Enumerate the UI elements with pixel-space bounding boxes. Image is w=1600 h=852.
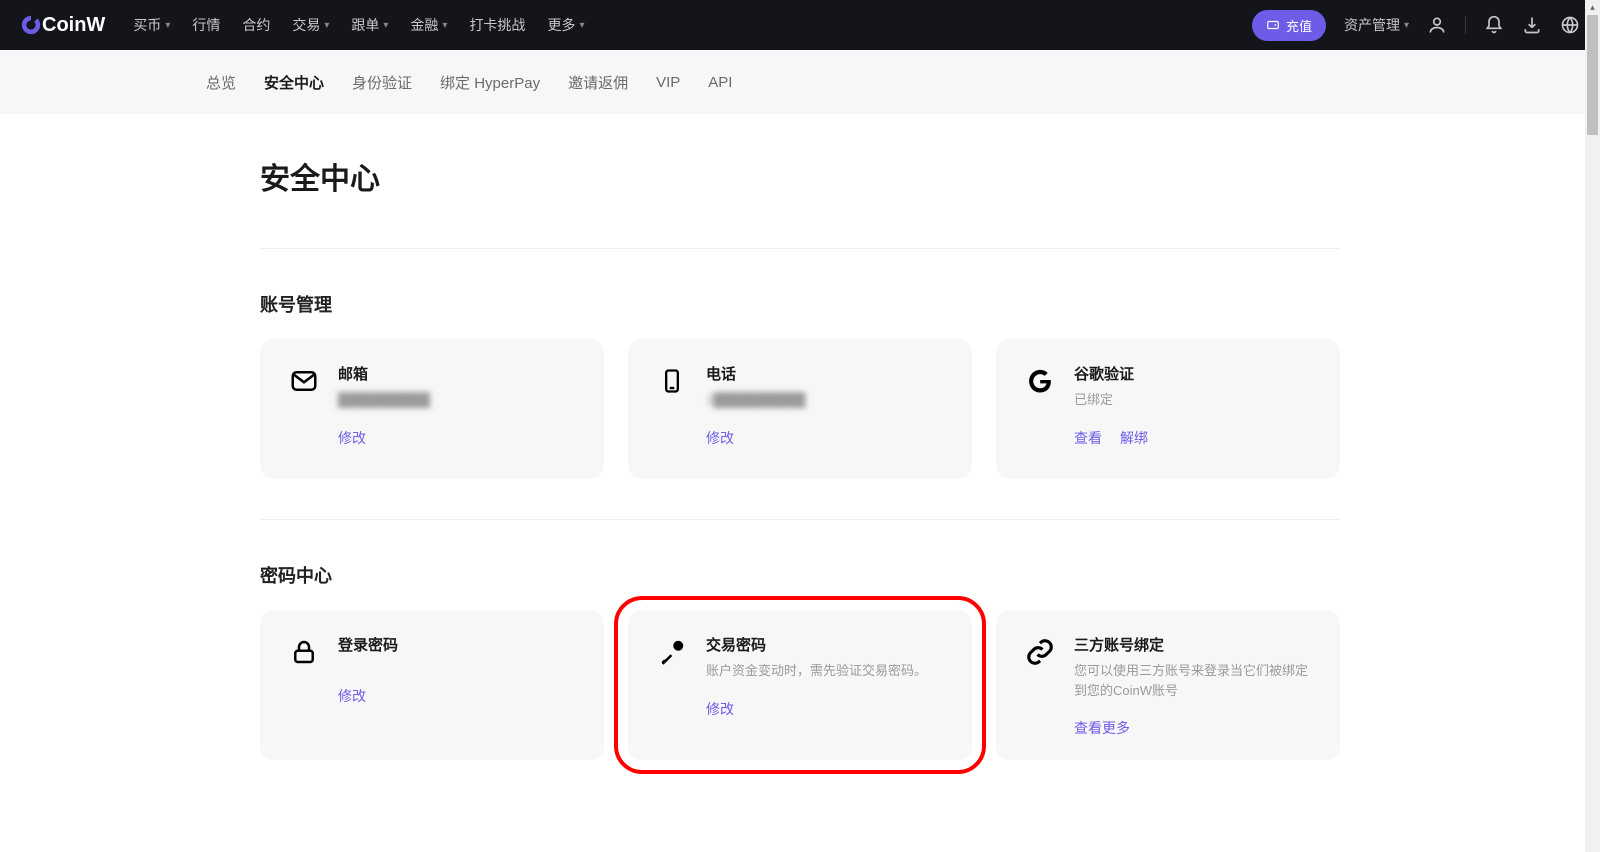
subnav-api[interactable]: API xyxy=(708,74,732,91)
thirdparty-more-link[interactable]: 查看更多 xyxy=(1074,718,1130,738)
nav-finance[interactable]: 金融▾ xyxy=(410,15,447,35)
nav-trade[interactable]: 交易▾ xyxy=(292,15,329,35)
phone-icon xyxy=(656,365,688,397)
thirdparty-title: 三方账号绑定 xyxy=(1074,634,1312,655)
trade-password-title: 交易密码 xyxy=(706,634,944,655)
chevron-down-icon: ▾ xyxy=(1404,20,1409,31)
brand-name: CoinW xyxy=(42,14,105,37)
email-value: ██████████ xyxy=(338,390,576,410)
page-title: 安全中心 xyxy=(260,114,1340,249)
email-card: 邮箱 ██████████ 修改 xyxy=(260,339,604,479)
scrollbar-up-icon[interactable]: ▴ xyxy=(1585,0,1600,15)
divider xyxy=(1465,16,1466,34)
phone-value: 1██████████ xyxy=(706,390,944,410)
nav-checkin-challenge[interactable]: 打卡挑战 xyxy=(469,15,525,35)
account-section-title: 账号管理 xyxy=(260,249,1340,339)
nav-futures[interactable]: 合约 xyxy=(242,15,270,35)
subnav-overview[interactable]: 总览 xyxy=(206,72,236,93)
google-unbind-link[interactable]: 解绑 xyxy=(1120,428,1148,448)
asset-management[interactable]: 资产管理▾ xyxy=(1344,15,1409,35)
nav-markets[interactable]: 行情 xyxy=(192,15,220,35)
login-password-title: 登录密码 xyxy=(338,634,576,655)
chevron-down-icon: ▾ xyxy=(324,20,329,31)
nav-copy-trade[interactable]: 跟单▾ xyxy=(351,15,388,35)
trade-password-card: 交易密码 账户资金变动时，需先验证交易密码。 修改 xyxy=(628,610,972,760)
logo-icon xyxy=(20,14,42,36)
thirdparty-bind-card: 三方账号绑定 您可以使用三方账号来登录当它们被绑定到您的CoinW账号 查看更多 xyxy=(996,610,1340,760)
topbar: CoinW 买币▾ 行情 合约 交易▾ 跟单▾ 金融▾ 打卡挑战 更多▾ 充值 … xyxy=(0,0,1600,50)
nav-more[interactable]: 更多▾ xyxy=(547,15,584,35)
google-status: 已绑定 xyxy=(1074,390,1312,410)
google-icon xyxy=(1024,365,1056,397)
chevron-down-icon: ▾ xyxy=(579,20,584,31)
email-title: 邮箱 xyxy=(338,363,576,384)
email-icon xyxy=(288,365,320,397)
google-title: 谷歌验证 xyxy=(1074,363,1312,384)
login-password-card: 登录密码 修改 xyxy=(260,610,604,760)
chevron-down-icon: ▾ xyxy=(383,20,388,31)
scrollbar-thumb[interactable] xyxy=(1587,15,1598,135)
link-icon xyxy=(1024,636,1056,668)
nav-buy-coin[interactable]: 买币▾ xyxy=(133,15,170,35)
topnav: 买币▾ 行情 合约 交易▾ 跟单▾ 金融▾ 打卡挑战 更多▾ xyxy=(133,15,1252,35)
recharge-button[interactable]: 充值 xyxy=(1252,10,1326,41)
subnav-bind-hyperpay[interactable]: 绑定 HyperPay xyxy=(440,72,540,93)
user-icon[interactable] xyxy=(1427,15,1447,35)
globe-icon[interactable] xyxy=(1560,15,1580,35)
subnav-identity[interactable]: 身份验证 xyxy=(352,72,412,93)
brand-logo[interactable]: CoinW xyxy=(20,14,105,37)
email-modify-link[interactable]: 修改 xyxy=(338,428,366,448)
subnav-referral[interactable]: 邀请返佣 xyxy=(568,72,628,93)
subnav: 总览 安全中心 身份验证 绑定 HyperPay 邀请返佣 VIP API xyxy=(0,50,1600,114)
password-section-title: 密码中心 xyxy=(260,520,1340,610)
trade-password-desc: 账户资金变动时，需先验证交易密码。 xyxy=(706,661,944,681)
password-card-grid: 登录密码 修改 交易密码 账户资金变动时，需先验证交易密码。 修改 xyxy=(260,610,1340,800)
lock-icon xyxy=(288,636,320,668)
phone-modify-link[interactable]: 修改 xyxy=(706,428,734,448)
wallet-icon xyxy=(1266,18,1280,32)
phone-card: 电话 1██████████ 修改 xyxy=(628,339,972,479)
thirdparty-desc: 您可以使用三方账号来登录当它们被绑定到您的CoinW账号 xyxy=(1074,661,1312,700)
main-container: 安全中心 账号管理 邮箱 ██████████ 修改 xyxy=(260,114,1340,840)
login-password-modify-link[interactable]: 修改 xyxy=(338,686,366,706)
chevron-down-icon: ▾ xyxy=(165,20,170,31)
trade-password-modify-link[interactable]: 修改 xyxy=(706,699,734,719)
subnav-security[interactable]: 安全中心 xyxy=(264,72,324,93)
subnav-vip[interactable]: VIP xyxy=(656,74,680,91)
download-icon[interactable] xyxy=(1522,15,1542,35)
google-auth-card: 谷歌验证 已绑定 查看 解绑 xyxy=(996,339,1340,479)
account-card-grid: 邮箱 ██████████ 修改 电话 1██████████ 修改 xyxy=(260,339,1340,520)
key-icon xyxy=(656,636,688,668)
phone-title: 电话 xyxy=(706,363,944,384)
bell-icon[interactable] xyxy=(1484,15,1504,35)
scrollbar[interactable]: ▴ xyxy=(1585,0,1600,852)
chevron-down-icon: ▾ xyxy=(442,20,447,31)
google-view-link[interactable]: 查看 xyxy=(1074,428,1102,448)
topbar-right: 充值 资产管理▾ xyxy=(1252,10,1580,41)
